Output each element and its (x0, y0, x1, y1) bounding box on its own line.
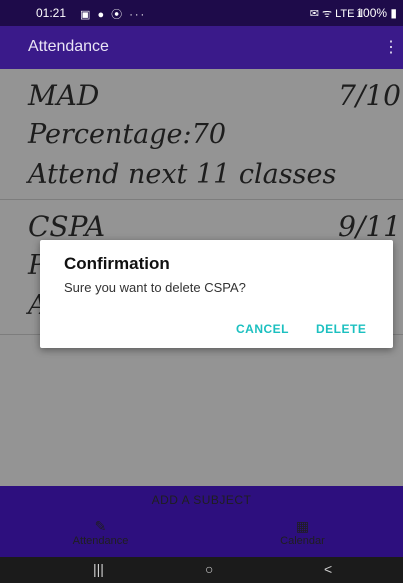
dialog-title: Confirmation (64, 254, 170, 273)
back-icon[interactable]: < (324, 561, 332, 577)
notification-icons: ▣ ● ⦿ ··· (80, 9, 147, 21)
delete-button[interactable]: DELETE (316, 322, 366, 336)
bottom-nav-label: Calendar (280, 535, 325, 547)
system-navigation-bar: ||| ○ < (0, 557, 403, 583)
bottom-nav-calendar[interactable]: ▦ Calendar (202, 514, 403, 557)
battery-icon: 100% ▮ (356, 6, 397, 20)
home-icon[interactable]: ○ (205, 561, 213, 577)
bottom-nav-label: Attendance (72, 535, 129, 547)
add-subject-button[interactable]: ADD A SUBJECT (0, 486, 403, 514)
status-bar: 01:21 ▣ ● ⦿ ··· ✉ ᯤ LTE ıl 100% ▮ (0, 0, 403, 26)
app-bar: Attendance ⋮ (0, 26, 403, 69)
signal-icons: ✉ ᯤ LTE ıl (309, 8, 363, 20)
recents-icon[interactable]: ||| (93, 561, 104, 577)
confirmation-dialog: Confirmation Sure you want to delete CSP… (40, 240, 393, 348)
cancel-button[interactable]: CANCEL (236, 322, 289, 336)
status-time: 01:21 (36, 6, 67, 20)
pencil-icon: ✎ (94, 518, 107, 534)
calendar-icon: ▦ (295, 518, 310, 534)
bottom-nav-attendance[interactable]: ✎ Attendance (0, 514, 201, 557)
app-title: Attendance (28, 38, 109, 55)
overflow-menu-icon[interactable]: ⋮ (383, 37, 399, 57)
bottom-area: ADD A SUBJECT ✎ Attendance ▦ Calendar (0, 486, 403, 557)
dialog-message: Sure you want to delete CSPA? (64, 280, 246, 295)
